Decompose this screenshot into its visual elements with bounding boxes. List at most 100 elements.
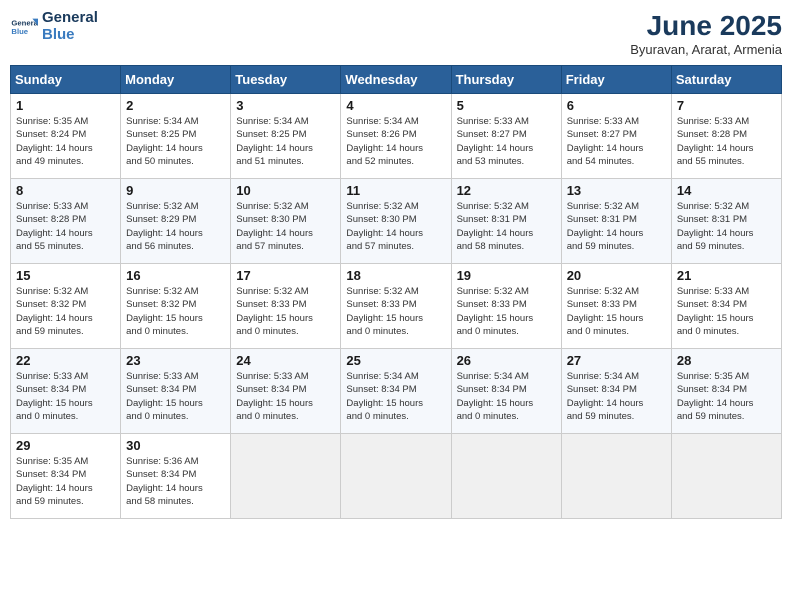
location: Byuravan, Ararat, Armenia xyxy=(630,42,782,57)
day-number: 28 xyxy=(677,353,776,368)
day-info: Sunrise: 5:33 AM Sunset: 8:34 PM Dayligh… xyxy=(236,370,335,423)
day-cell xyxy=(231,434,341,519)
day-number: 5 xyxy=(457,98,556,113)
day-number: 26 xyxy=(457,353,556,368)
col-thursday: Thursday xyxy=(451,66,561,94)
day-info: Sunrise: 5:33 AM Sunset: 8:27 PM Dayligh… xyxy=(457,115,556,168)
day-info: Sunrise: 5:35 AM Sunset: 8:34 PM Dayligh… xyxy=(677,370,776,423)
day-number: 16 xyxy=(126,268,225,283)
day-info: Sunrise: 5:33 AM Sunset: 8:27 PM Dayligh… xyxy=(567,115,666,168)
day-number: 27 xyxy=(567,353,666,368)
col-monday: Monday xyxy=(121,66,231,94)
day-number: 4 xyxy=(346,98,445,113)
day-number: 12 xyxy=(457,183,556,198)
day-cell: 19 Sunrise: 5:32 AM Sunset: 8:33 PM Dayli… xyxy=(451,264,561,349)
day-info: Sunrise: 5:33 AM Sunset: 8:28 PM Dayligh… xyxy=(16,200,115,253)
day-cell: 3 Sunrise: 5:34 AM Sunset: 8:25 PM Daylig… xyxy=(231,94,341,179)
day-number: 11 xyxy=(346,183,445,198)
day-cell: 25Sunrise: 5:34 AM Sunset: 8:34 PM Dayli… xyxy=(341,349,451,434)
day-number: 13 xyxy=(567,183,666,198)
day-cell: 30 Sunrise: 5:36 AM Sunset: 8:34 PM Dayli… xyxy=(121,434,231,519)
col-wednesday: Wednesday xyxy=(341,66,451,94)
day-number: 1 xyxy=(16,98,115,113)
day-info: Sunrise: 5:34 AM Sunset: 8:26 PM Dayligh… xyxy=(346,115,445,168)
day-info: Sunrise: 5:33 AM Sunset: 8:28 PM Dayligh… xyxy=(677,115,776,168)
day-number: 8 xyxy=(16,183,115,198)
day-cell: 21 Sunrise: 5:33 AM Sunset: 8:34 PM Dayli… xyxy=(671,264,781,349)
day-number: 7 xyxy=(677,98,776,113)
day-cell: 28 Sunrise: 5:35 AM Sunset: 8:34 PM Dayli… xyxy=(671,349,781,434)
day-number: 24 xyxy=(236,353,335,368)
day-number: 6 xyxy=(567,98,666,113)
week-row-1: 1 Sunrise: 5:35 AM Sunset: 8:24 PM Daylig… xyxy=(11,94,782,179)
day-cell xyxy=(451,434,561,519)
day-info: Sunrise: 5:32 AM Sunset: 8:33 PM Dayligh… xyxy=(346,285,445,338)
day-cell: 27 Sunrise: 5:34 AM Sunset: 8:34 PM Dayli… xyxy=(561,349,671,434)
day-info: Sunrise: 5:34 AM Sunset: 8:25 PM Dayligh… xyxy=(126,115,225,168)
col-saturday: Saturday xyxy=(671,66,781,94)
day-cell: 15 Sunrise: 5:32 AM Sunset: 8:32 PM Dayli… xyxy=(11,264,121,349)
svg-text:Blue: Blue xyxy=(11,27,28,36)
day-cell: 8 Sunrise: 5:33 AM Sunset: 8:28 PM Daylig… xyxy=(11,179,121,264)
logo-icon: General Blue xyxy=(10,13,38,41)
day-cell: 13 Sunrise: 5:32 AM Sunset: 8:31 PM Dayli… xyxy=(561,179,671,264)
day-cell xyxy=(561,434,671,519)
calendar-table: Sunday Monday Tuesday Wednesday Thursday… xyxy=(10,65,782,519)
day-info: Sunrise: 5:33 AM Sunset: 8:34 PM Dayligh… xyxy=(126,370,225,423)
col-tuesday: Tuesday xyxy=(231,66,341,94)
page-header: General Blue General Blue June 2025 Byur… xyxy=(10,10,782,57)
col-sunday: Sunday xyxy=(11,66,121,94)
week-row-2: 8 Sunrise: 5:33 AM Sunset: 8:28 PM Daylig… xyxy=(11,179,782,264)
logo-general: General xyxy=(42,10,98,27)
day-info: Sunrise: 5:34 AM Sunset: 8:25 PM Dayligh… xyxy=(236,115,335,168)
day-info: Sunrise: 5:34 AM Sunset: 8:34 PM Dayligh… xyxy=(567,370,666,423)
day-info: Sunrise: 5:36 AM Sunset: 8:34 PM Dayligh… xyxy=(126,455,225,508)
day-cell: 2Sunrise: 5:34 AM Sunset: 8:25 PM Daylig… xyxy=(121,94,231,179)
day-number: 15 xyxy=(16,268,115,283)
day-number: 3 xyxy=(236,98,335,113)
day-cell: 29 Sunrise: 5:35 AM Sunset: 8:34 PM Dayli… xyxy=(11,434,121,519)
day-cell: 9 Sunrise: 5:32 AM Sunset: 8:29 PM Daylig… xyxy=(121,179,231,264)
day-info: Sunrise: 5:33 AM Sunset: 8:34 PM Dayligh… xyxy=(677,285,776,338)
day-cell: 10 Sunrise: 5:32 AM Sunset: 8:30 PM Dayli… xyxy=(231,179,341,264)
day-number: 29 xyxy=(16,438,115,453)
day-cell: 6 Sunrise: 5:33 AM Sunset: 8:27 PM Daylig… xyxy=(561,94,671,179)
day-number: 20 xyxy=(567,268,666,283)
day-info: Sunrise: 5:32 AM Sunset: 8:33 PM Dayligh… xyxy=(567,285,666,338)
day-number: 18 xyxy=(346,268,445,283)
day-cell: 26 Sunrise: 5:34 AM Sunset: 8:34 PM Dayli… xyxy=(451,349,561,434)
day-number: 23 xyxy=(126,353,225,368)
day-number: 10 xyxy=(236,183,335,198)
month-title: June 2025 xyxy=(630,10,782,42)
calendar-header-row: Sunday Monday Tuesday Wednesday Thursday… xyxy=(11,66,782,94)
day-info: Sunrise: 5:32 AM Sunset: 8:32 PM Dayligh… xyxy=(16,285,115,338)
day-info: Sunrise: 5:32 AM Sunset: 8:30 PM Dayligh… xyxy=(236,200,335,253)
day-info: Sunrise: 5:35 AM Sunset: 8:24 PM Dayligh… xyxy=(16,115,115,168)
day-info: Sunrise: 5:32 AM Sunset: 8:31 PM Dayligh… xyxy=(567,200,666,253)
day-info: Sunrise: 5:32 AM Sunset: 8:29 PM Dayligh… xyxy=(126,200,225,253)
day-number: 9 xyxy=(126,183,225,198)
day-info: Sunrise: 5:32 AM Sunset: 8:31 PM Dayligh… xyxy=(677,200,776,253)
week-row-4: 22 Sunrise: 5:33 AM Sunset: 8:34 PM Dayli… xyxy=(11,349,782,434)
day-info: Sunrise: 5:32 AM Sunset: 8:32 PM Dayligh… xyxy=(126,285,225,338)
day-info: Sunrise: 5:32 AM Sunset: 8:33 PM Dayligh… xyxy=(457,285,556,338)
day-cell: 11Sunrise: 5:32 AM Sunset: 8:30 PM Dayli… xyxy=(341,179,451,264)
week-row-5: 29 Sunrise: 5:35 AM Sunset: 8:34 PM Dayli… xyxy=(11,434,782,519)
day-info: Sunrise: 5:35 AM Sunset: 8:34 PM Dayligh… xyxy=(16,455,115,508)
day-cell: 16 Sunrise: 5:32 AM Sunset: 8:32 PM Dayli… xyxy=(121,264,231,349)
day-cell: 12 Sunrise: 5:32 AM Sunset: 8:31 PM Dayli… xyxy=(451,179,561,264)
day-number: 21 xyxy=(677,268,776,283)
day-cell: 22Sunrise: 5:33 AM Sunset: 8:34 PM Dayli… xyxy=(11,349,121,434)
day-number: 30 xyxy=(126,438,225,453)
day-cell xyxy=(341,434,451,519)
day-number: 19 xyxy=(457,268,556,283)
day-cell: 23 Sunrise: 5:33 AM Sunset: 8:34 PM Dayli… xyxy=(121,349,231,434)
day-number: 25 xyxy=(346,353,445,368)
day-cell: 17Sunrise: 5:32 AM Sunset: 8:33 PM Dayli… xyxy=(231,264,341,349)
day-cell: 7 Sunrise: 5:33 AM Sunset: 8:28 PM Daylig… xyxy=(671,94,781,179)
day-info: Sunrise: 5:34 AM Sunset: 8:34 PM Dayligh… xyxy=(457,370,556,423)
day-number: 22 xyxy=(16,353,115,368)
day-number: 17 xyxy=(236,268,335,283)
day-info: Sunrise: 5:32 AM Sunset: 8:31 PM Dayligh… xyxy=(457,200,556,253)
day-cell xyxy=(671,434,781,519)
